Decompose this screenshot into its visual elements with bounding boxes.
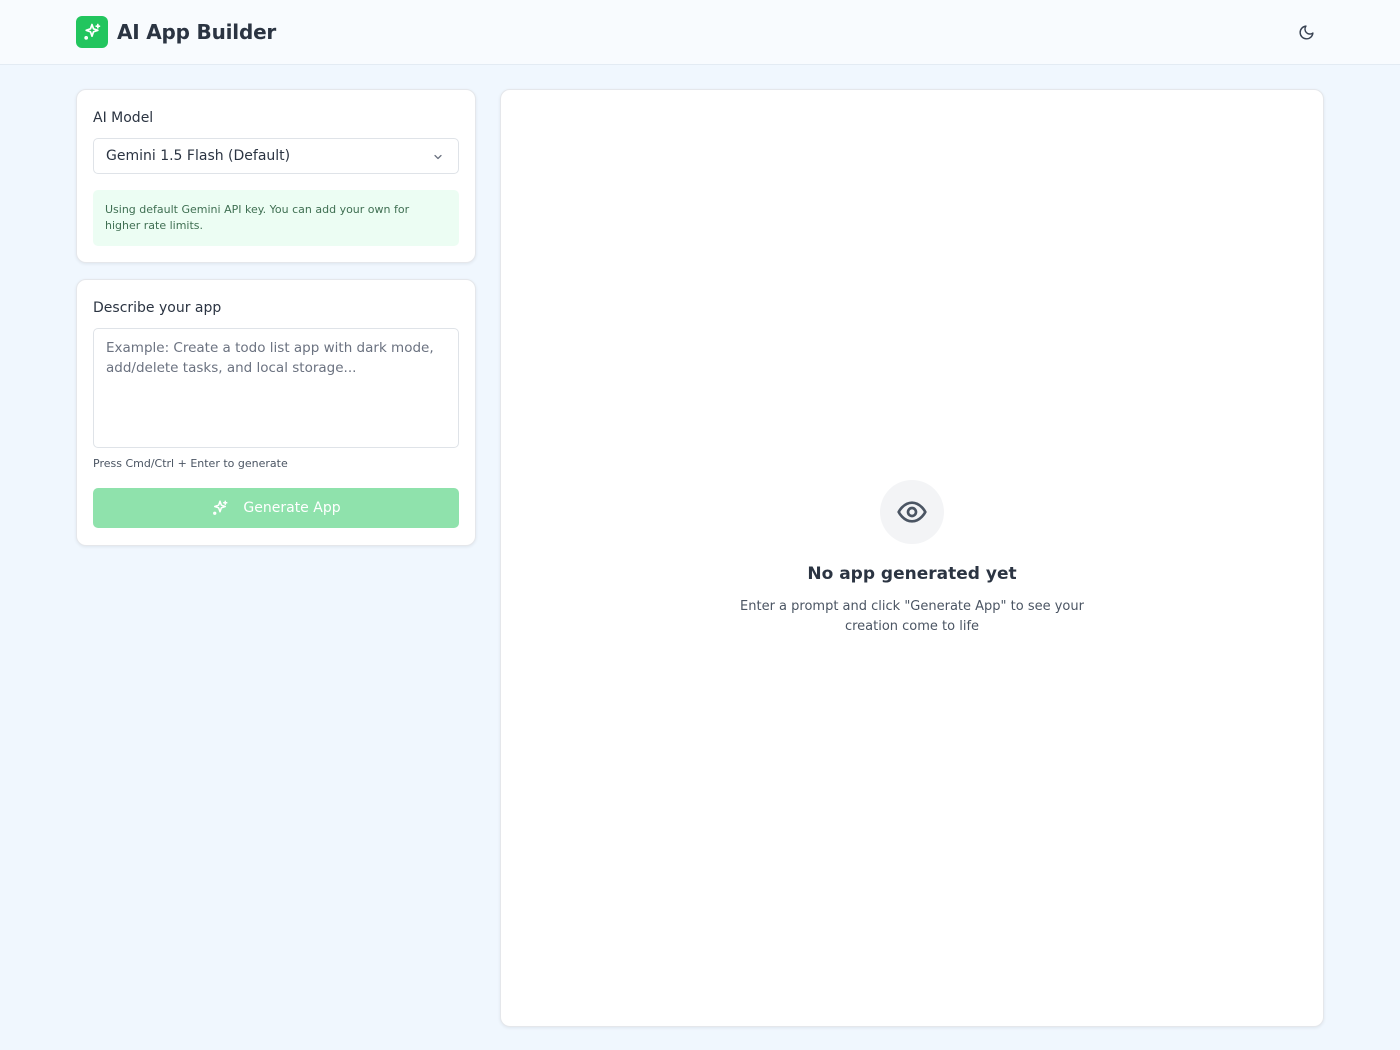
describe-panel: Describe your app Press Cmd/Ctrl + Enter… (76, 279, 476, 546)
preview-panel: No app generated yet Enter a prompt and … (500, 89, 1324, 1027)
generate-app-label: Generate App (243, 500, 341, 516)
api-key-notice: Using default Gemini API key. You can ad… (93, 190, 459, 246)
app-header: AI App Builder (0, 0, 1400, 65)
empty-state-subtitle: Enter a prompt and click "Generate App" … (740, 599, 1084, 634)
model-panel: AI Model Gemini 1.5 Flash (Default) Usin… (76, 89, 476, 263)
brand: AI App Builder (76, 16, 276, 48)
empty-state-title: No app generated yet (807, 564, 1017, 584)
app-title: AI App Builder (117, 20, 277, 44)
model-label: AI Model (93, 110, 154, 126)
theme-toggle-button[interactable] (1290, 16, 1322, 48)
prompt-textarea[interactable] (93, 328, 459, 448)
describe-label: Describe your app (93, 300, 222, 316)
sparkles-icon (213, 500, 228, 515)
generate-app-button[interactable]: Generate App (93, 488, 459, 528)
shortcut-hint: Press Cmd/Ctrl + Enter to generate (93, 457, 288, 470)
chevron-down-icon (434, 154, 442, 160)
eye-icon (880, 480, 944, 544)
moon-icon (1299, 24, 1314, 39)
sparkles-icon (76, 16, 108, 48)
model-select-value: Gemini 1.5 Flash (Default) (106, 148, 291, 164)
model-select[interactable]: Gemini 1.5 Flash (Default) (93, 138, 459, 174)
